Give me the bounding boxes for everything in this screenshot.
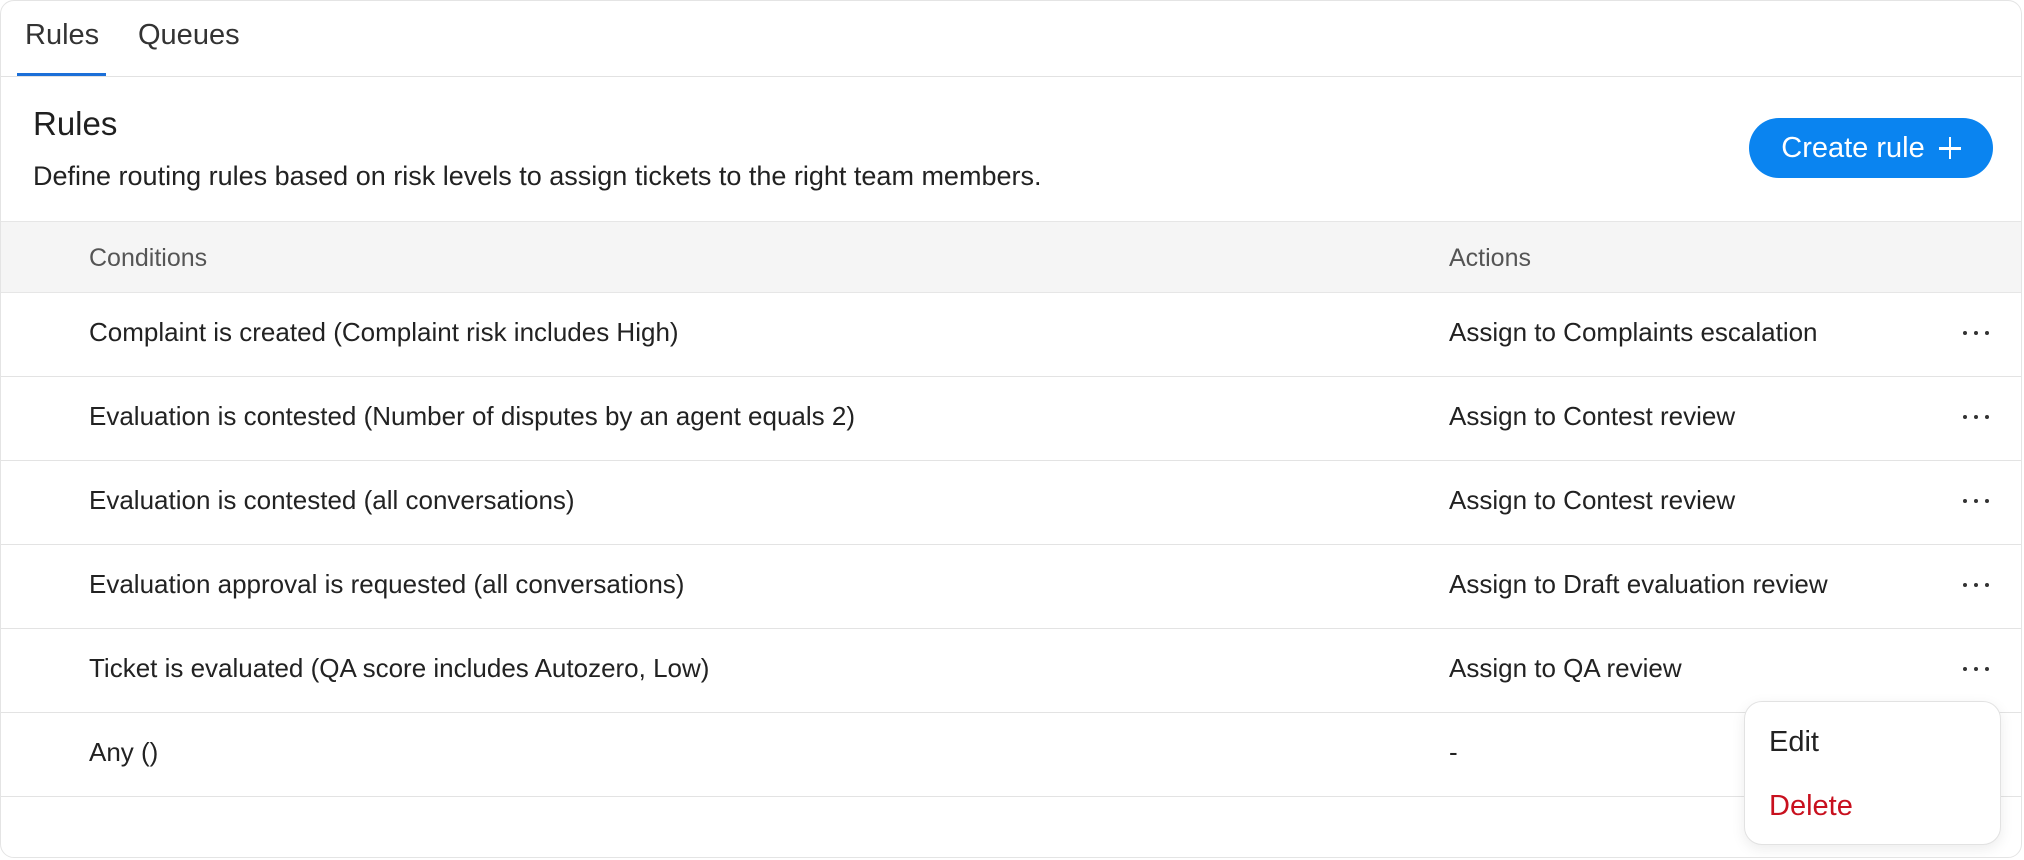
condition-cell: Evaluation is contested (all conversatio…	[89, 485, 575, 515]
condition-cell: Ticket is evaluated (QA score includes A…	[89, 653, 710, 683]
action-cell: Assign to Contest review	[1449, 401, 1736, 431]
table-row: Ticket is evaluated (QA score includes A…	[1, 629, 2021, 713]
menu-item-delete[interactable]: Delete	[1769, 790, 1853, 823]
page-title: Rules	[33, 105, 118, 142]
plus-icon	[1938, 137, 1961, 159]
column-header-actions: Actions	[1449, 244, 1531, 272]
table-row: Evaluation approval is requested (all co…	[1, 545, 2021, 629]
active-tab-indicator	[17, 73, 106, 76]
create-rule-button[interactable]: Create rule	[1749, 118, 1993, 178]
table-row: Evaluation is contested (all conversatio…	[1, 461, 2021, 545]
page-description: Define routing rules based on risk level…	[33, 161, 1042, 191]
table-row: Evaluation is contested (Number of dispu…	[1, 377, 2021, 461]
table-row: Complaint is created (Complaint risk inc…	[1, 293, 2021, 377]
menu-item-edit[interactable]: Edit	[1769, 726, 1819, 759]
table-row: Any () -	[1, 713, 2021, 797]
create-rule-label: Create rule	[1781, 131, 1925, 164]
more-horizontal-icon[interactable]	[1963, 403, 1989, 431]
more-horizontal-icon[interactable]	[1963, 319, 1989, 347]
action-cell: Assign to Contest review	[1449, 485, 1736, 515]
row-actions-menu: Edit Delete	[1744, 701, 2001, 845]
table-header: Conditions Actions	[1, 221, 2021, 293]
more-horizontal-icon[interactable]	[1963, 487, 1989, 515]
action-cell: Assign to QA review	[1449, 653, 1682, 683]
action-cell: Assign to Complaints escalation	[1449, 317, 1818, 347]
condition-cell: Evaluation is contested (Number of dispu…	[89, 401, 856, 431]
action-cell: -	[1449, 737, 1458, 767]
condition-cell: Complaint is created (Complaint risk inc…	[89, 317, 679, 347]
action-cell: Assign to Draft evaluation review	[1449, 569, 1828, 599]
condition-cell: Any ()	[89, 737, 159, 767]
more-horizontal-icon[interactable]	[1963, 571, 1989, 599]
column-header-conditions: Conditions	[89, 244, 208, 272]
condition-cell: Evaluation approval is requested (all co…	[89, 569, 685, 599]
tab-rules[interactable]: Rules	[25, 19, 99, 52]
tab-queues[interactable]: Queues	[138, 19, 240, 52]
tab-bar: Rules Queues	[1, 1, 2021, 77]
rules-table: Conditions Actions Complaint is created …	[1, 221, 2021, 797]
routing-panel: Rules Queues Rules Define routing rules …	[0, 0, 2022, 858]
more-horizontal-icon[interactable]	[1963, 655, 1989, 683]
